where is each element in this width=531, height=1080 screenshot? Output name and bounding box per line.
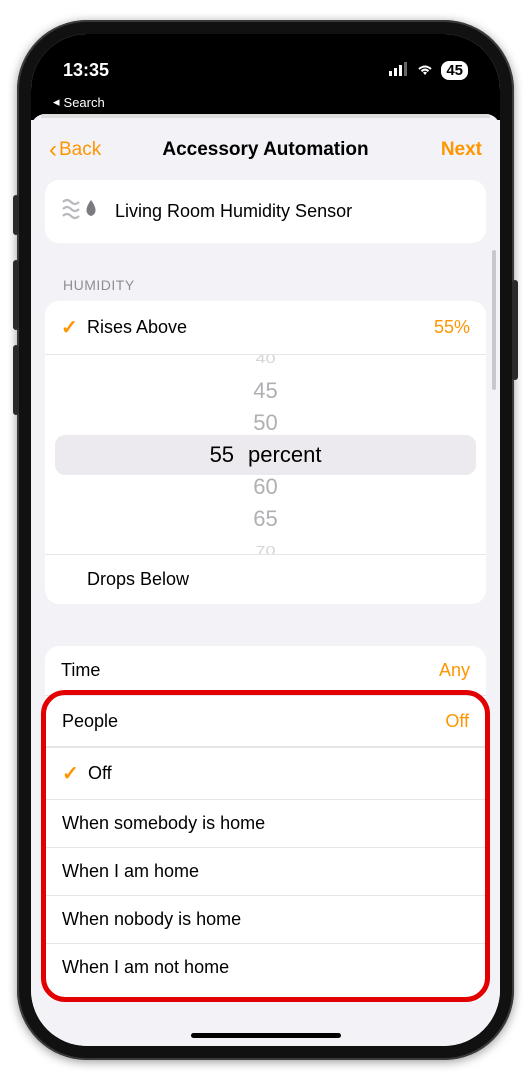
- rises-above-value: 55%: [434, 317, 470, 338]
- battery-icon: 45: [441, 61, 468, 80]
- picker-option: 40: [255, 355, 275, 370]
- rises-above-label: Rises Above: [87, 317, 434, 338]
- people-option-i-am-home[interactable]: When I am home: [46, 847, 485, 895]
- humidity-icon: [61, 194, 101, 229]
- checkmark-icon: ✓: [62, 761, 88, 786]
- people-option-i-not-home[interactable]: When I am not home: [46, 943, 485, 991]
- cellular-icon: [389, 60, 409, 81]
- people-value: Off: [445, 711, 469, 732]
- picker-option: 65: [253, 503, 277, 535]
- sensor-row[interactable]: Living Room Humidity Sensor: [45, 180, 486, 243]
- people-option-label: When somebody is home: [62, 813, 265, 834]
- next-button[interactable]: Next: [441, 139, 482, 161]
- back-label: Back: [59, 139, 101, 161]
- humidity-header: HUMIDITY: [45, 261, 486, 301]
- drops-below-label: Drops Below: [87, 569, 470, 590]
- time-label: Time: [61, 660, 439, 681]
- breadcrumb-label: Search: [64, 95, 105, 110]
- rises-above-row[interactable]: ✓ Rises Above 55%: [45, 301, 486, 355]
- picker-option: 60: [253, 471, 277, 503]
- picker-unit: percent: [248, 442, 321, 468]
- people-option-label: When I am home: [62, 861, 199, 882]
- back-button[interactable]: ‹ Back: [49, 136, 101, 164]
- sensor-name: Living Room Humidity Sensor: [115, 201, 352, 222]
- time-value: Any: [439, 660, 470, 681]
- picker-selection: 55 percent: [55, 435, 476, 475]
- people-option-label: Off: [88, 763, 112, 784]
- checkmark-icon: ✓: [61, 315, 87, 340]
- people-option-nobody-home[interactable]: When nobody is home: [46, 895, 485, 943]
- dynamic-island: [201, 52, 331, 88]
- status-time: 13:35: [63, 60, 109, 81]
- breadcrumb-caret-icon: ◂: [53, 94, 60, 110]
- scroll-indicator[interactable]: [492, 250, 496, 390]
- time-row[interactable]: Time Any: [45, 646, 486, 696]
- picker-option: 70: [255, 539, 275, 555]
- wifi-icon: [415, 60, 435, 81]
- people-row[interactable]: People Off: [46, 697, 485, 747]
- picker-option: 45: [253, 375, 277, 407]
- people-option-off[interactable]: ✓ Off: [46, 747, 485, 799]
- people-label: People: [62, 711, 445, 732]
- chevron-left-icon: ‹: [49, 136, 57, 164]
- humidity-picker[interactable]: 40 45 50 55 60 65 70 55 percent: [45, 355, 486, 555]
- people-highlight: People Off ✓ Off When somebody is home W…: [41, 690, 490, 1002]
- nav-bar: ‹ Back Accessory Automation Next: [31, 114, 500, 180]
- page-title: Accessory Automation: [31, 139, 500, 161]
- drops-below-row[interactable]: Drops Below: [45, 555, 486, 604]
- people-option-label: When I am not home: [62, 957, 229, 978]
- home-indicator[interactable]: [191, 1033, 341, 1038]
- picker-selected-value: 55: [210, 442, 234, 468]
- people-option-label: When nobody is home: [62, 909, 241, 930]
- people-option-somebody-home[interactable]: When somebody is home: [46, 799, 485, 847]
